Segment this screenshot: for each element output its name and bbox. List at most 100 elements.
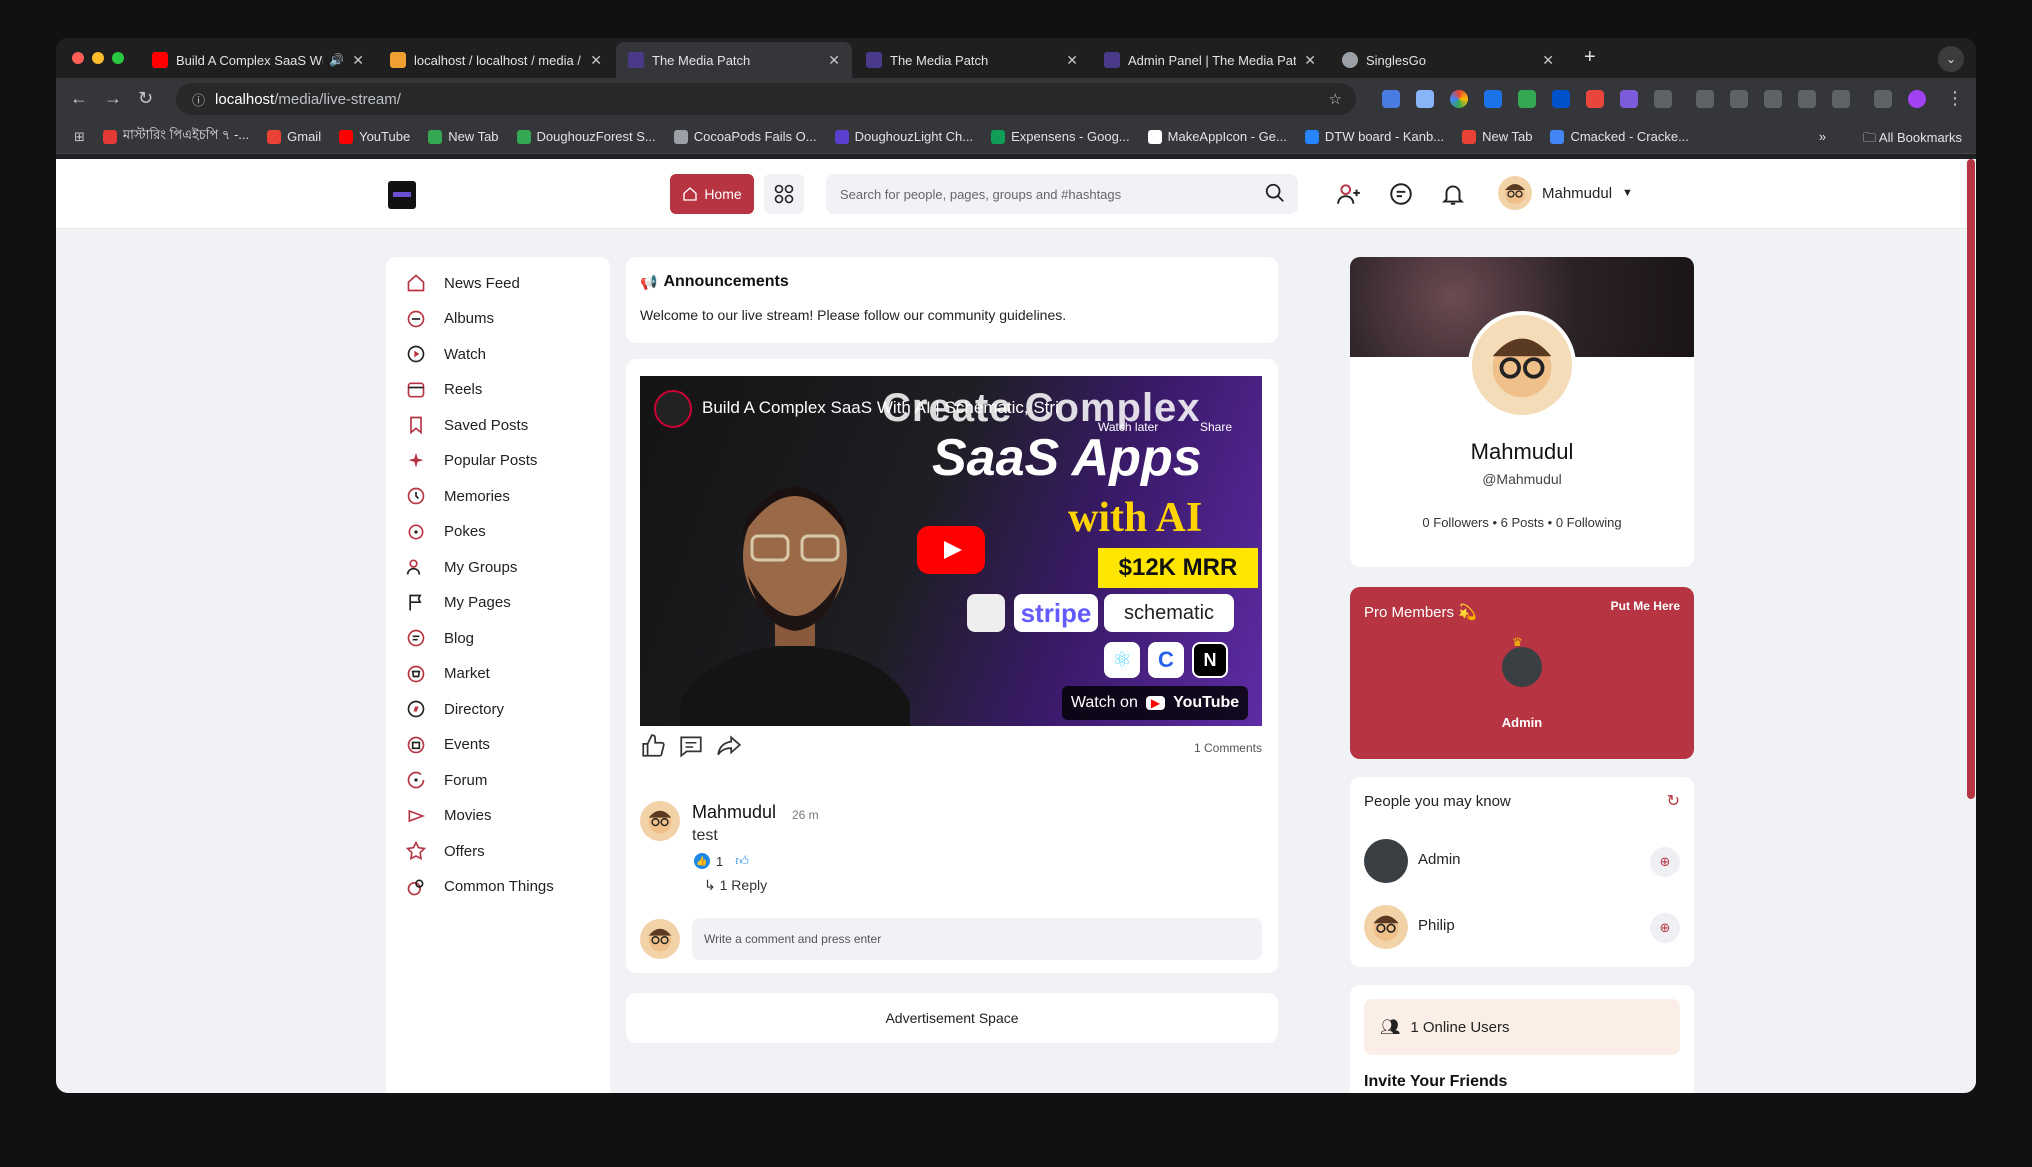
- bookmark-item[interactable]: New Tab: [428, 129, 499, 144]
- more-bookmarks-icon[interactable]: »: [1819, 129, 1826, 144]
- messages-icon[interactable]: [1388, 181, 1414, 207]
- bookmark-item[interactable]: New Tab: [1462, 129, 1532, 144]
- view-replies-link[interactable]: ↳ 1 Reply: [704, 877, 767, 894]
- site-logo[interactable]: [388, 181, 416, 209]
- user-menu[interactable]: Mahmudul ▼: [1498, 176, 1633, 210]
- sidebar-item-common-things[interactable]: Common Things: [406, 875, 554, 899]
- person-avatar[interactable]: [1364, 905, 1408, 949]
- minimize-window-button[interactable]: [92, 52, 104, 64]
- maximize-window-button[interactable]: [112, 52, 124, 64]
- posts-count[interactable]: 6 Posts: [1501, 515, 1544, 530]
- refresh-icon[interactable]: ↻: [1667, 791, 1680, 811]
- puzzle-extension-icon[interactable]: [1654, 90, 1672, 108]
- translate-icon[interactable]: [1798, 90, 1816, 108]
- address-bar[interactable]: ⓘ localhost/media/live-stream/ ☆: [176, 83, 1356, 115]
- search-input[interactable]: [840, 186, 1260, 202]
- close-tab-icon[interactable]: ✕: [590, 52, 602, 69]
- browser-tab[interactable]: localhost / localhost / media / ✕: [378, 42, 614, 78]
- profile-name[interactable]: Mahmudul: [1350, 439, 1694, 465]
- person-avatar[interactable]: [1364, 839, 1408, 883]
- comment-input[interactable]: [692, 918, 1262, 960]
- bookmark-item[interactable]: Cmacked - Cracke...: [1550, 129, 1689, 144]
- close-tab-icon[interactable]: ✕: [352, 52, 364, 69]
- bookmark-item[interactable]: MakeAppIcon - Ge...: [1147, 129, 1287, 144]
- followers-count[interactable]: 0 Followers: [1422, 515, 1488, 530]
- sidebar-item-albums[interactable]: Albums: [406, 307, 494, 331]
- game-extension-icon[interactable]: [1620, 90, 1638, 108]
- close-tab-icon[interactable]: ✕: [1066, 52, 1078, 69]
- bookmark-item[interactable]: YouTube: [339, 129, 410, 144]
- play-button[interactable]: [917, 526, 985, 574]
- browser-tab[interactable]: Admin Panel | The Media Patc ✕: [1092, 42, 1328, 78]
- apps-button[interactable]: [764, 174, 804, 214]
- add-friend-button[interactable]: ⊕: [1650, 913, 1680, 943]
- following-count[interactable]: 0 Following: [1556, 515, 1622, 530]
- watch-later-button[interactable]: Watch later: [1098, 420, 1158, 434]
- screenshot-extension-icon[interactable]: [1484, 90, 1502, 108]
- sidebar-item-popular-posts[interactable]: Popular Posts: [406, 449, 537, 473]
- browser-tab[interactable]: Build A Complex SaaS Wi 🔊 ✕: [140, 42, 376, 78]
- close-tab-icon[interactable]: ✕: [1304, 52, 1316, 69]
- bookmark-item[interactable]: Expensens - Goog...: [991, 129, 1130, 144]
- bookmark-item[interactable]: DTW board - Kanb...: [1304, 129, 1444, 144]
- new-tab-button[interactable]: +: [1584, 46, 1596, 69]
- profile-avatar-icon[interactable]: [1908, 90, 1926, 108]
- browser-tab[interactable]: SinglesGo ✕: [1330, 42, 1566, 78]
- color-picker-extension-icon[interactable]: [1450, 90, 1468, 108]
- sidebar-item-watch[interactable]: Watch: [406, 342, 486, 366]
- all-bookmarks[interactable]: 🗀 All Bookmarks: [1863, 129, 1962, 151]
- comment-author[interactable]: Mahmudul: [692, 802, 776, 823]
- bookmark-star-icon[interactable]: ☆: [1329, 90, 1342, 108]
- forward-icon[interactable]: →: [104, 88, 122, 109]
- translate-extension-icon[interactable]: [1382, 90, 1400, 108]
- sidebar-item-blog[interactable]: Blog: [406, 626, 474, 650]
- media-controls-icon[interactable]: [1874, 90, 1892, 108]
- comment-icon[interactable]: [678, 733, 704, 759]
- sidebar-item-saved-posts[interactable]: Saved Posts: [406, 413, 528, 437]
- speaker-icon[interactable]: 🔊: [329, 53, 344, 67]
- channel-avatar[interactable]: [654, 390, 692, 428]
- pro-member-name[interactable]: Admin: [1350, 715, 1694, 730]
- trello-extension-icon[interactable]: [1552, 90, 1570, 108]
- sidebar-item-reels[interactable]: Reels: [406, 378, 482, 402]
- add-friend-icon[interactable]: [1336, 181, 1362, 207]
- bookmark-item[interactable]: DoughouzLight Ch...: [834, 129, 973, 144]
- browser-tab[interactable]: The Media Patch ✕: [854, 42, 1090, 78]
- commenter-avatar[interactable]: [640, 801, 680, 841]
- sidebar-item-forum[interactable]: Forum: [406, 768, 487, 792]
- apps-grid-icon[interactable]: ⊞: [74, 129, 85, 145]
- search-icon[interactable]: [1264, 182, 1286, 204]
- scrollbar-thumb[interactable]: [1967, 159, 1975, 799]
- watch-on-youtube-button[interactable]: Watch on ▶ YouTube: [1062, 686, 1248, 720]
- chat-extension-icon[interactable]: [1518, 90, 1536, 108]
- profile-avatar[interactable]: [1468, 311, 1576, 419]
- sidebar-item-memories[interactable]: Memories: [406, 484, 510, 508]
- sidebar-item-offers[interactable]: Offers: [406, 839, 485, 863]
- share-icon[interactable]: [716, 733, 742, 759]
- close-window-button[interactable]: [72, 52, 84, 64]
- online-users-button[interactable]: 👥︎ 1 Online Users: [1364, 999, 1680, 1055]
- close-tab-icon[interactable]: ✕: [828, 52, 840, 69]
- home-button[interactable]: Home: [670, 174, 754, 214]
- sidebar-item-movies[interactable]: Movies: [406, 804, 492, 828]
- trash-extension-icon[interactable]: [1730, 90, 1748, 108]
- notifications-bell-icon[interactable]: [1440, 181, 1466, 207]
- put-me-here-button[interactable]: Put Me Here: [1611, 599, 1680, 613]
- bookmark-item[interactable]: মাস্টারিং পিএইচপি ৭ -...: [102, 126, 249, 147]
- sidebar-item-market[interactable]: Market: [406, 662, 490, 686]
- grid-extension-icon[interactable]: [1832, 90, 1850, 108]
- youtube-embed[interactable]: Build A Complex SaaS With AI | Schematic…: [640, 376, 1262, 726]
- share-video-button[interactable]: Share: [1200, 420, 1232, 434]
- person-name[interactable]: Philip: [1418, 917, 1455, 934]
- tab-search-button[interactable]: ⌄: [1938, 46, 1964, 72]
- bookmark-item[interactable]: DoughouzForest S...: [516, 129, 656, 144]
- sidebar-item-directory[interactable]: Directory: [406, 697, 504, 721]
- back-icon[interactable]: ←: [70, 88, 88, 109]
- browser-tab-active[interactable]: The Media Patch ✕: [616, 42, 852, 78]
- bookmark-item[interactable]: Gmail: [267, 129, 321, 144]
- pro-member-avatar[interactable]: [1500, 645, 1544, 689]
- bookmark-item[interactable]: CocoaPods Fails O...: [673, 129, 817, 144]
- sidebar-item-news-feed[interactable]: News Feed: [406, 271, 520, 295]
- site-info-icon[interactable]: ⓘ: [192, 90, 205, 109]
- sidebar-item-my-pages[interactable]: My Pages: [406, 591, 511, 615]
